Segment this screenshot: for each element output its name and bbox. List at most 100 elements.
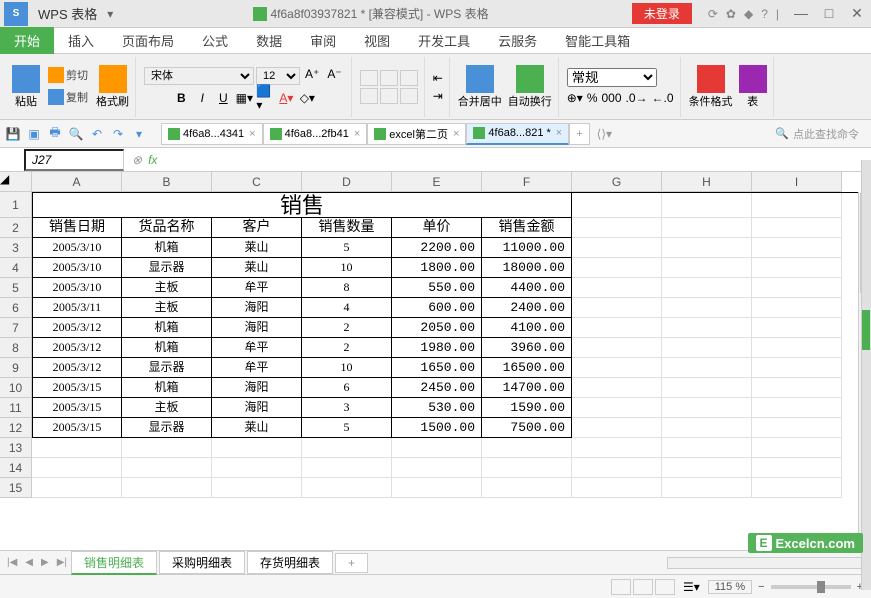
cell[interactable]: 2200.00 xyxy=(392,238,482,258)
sheet-tab-inventory[interactable]: 存货明细表 xyxy=(247,551,333,574)
row-header[interactable]: 1 xyxy=(0,192,31,218)
tab-nav-icon[interactable]: ⟨⟩▾ xyxy=(597,127,612,141)
tab-developer[interactable]: 开发工具 xyxy=(404,27,484,54)
cell[interactable]: 海阳 xyxy=(212,378,302,398)
cell[interactable]: 主板 xyxy=(122,278,212,298)
cell[interactable] xyxy=(752,258,842,278)
minimize-button[interactable]: — xyxy=(787,5,815,22)
cell[interactable] xyxy=(752,338,842,358)
cell[interactable] xyxy=(662,418,752,438)
col-header[interactable]: E xyxy=(392,172,482,191)
cell[interactable]: 销售日期 xyxy=(32,218,122,238)
cell[interactable] xyxy=(572,278,662,298)
col-header[interactable]: C xyxy=(212,172,302,191)
wps-home-icon[interactable]: ▣ xyxy=(25,125,43,143)
app-dropdown-icon[interactable]: ▾ xyxy=(103,7,117,21)
cell[interactable]: 14700.00 xyxy=(482,378,572,398)
doc-tab-1[interactable]: 4f6a8...4341× xyxy=(161,123,263,145)
cell[interactable]: 1800.00 xyxy=(392,258,482,278)
tab-page-layout[interactable]: 页面布局 xyxy=(108,27,188,54)
table-style-icon[interactable] xyxy=(739,65,767,93)
sheet-nav-first-icon[interactable]: |◀ xyxy=(4,557,20,568)
cell[interactable] xyxy=(572,193,662,218)
row-header[interactable]: 11 xyxy=(0,398,31,418)
increase-decimal-icon[interactable]: .0→ xyxy=(626,91,648,105)
row-header[interactable]: 12 xyxy=(0,418,31,438)
sheet-tab-purchase[interactable]: 采购明细表 xyxy=(159,551,245,574)
number-format-select[interactable]: 常规 xyxy=(567,68,657,87)
horizontal-scrollbar[interactable] xyxy=(667,557,867,569)
cell[interactable]: 6 xyxy=(302,378,392,398)
cell[interactable]: 显示器 xyxy=(122,358,212,378)
col-header[interactable]: H xyxy=(662,172,752,191)
cell[interactable] xyxy=(752,398,842,418)
login-button[interactable]: 未登录 xyxy=(632,3,692,24)
cell[interactable]: 1590.00 xyxy=(482,398,572,418)
cell[interactable]: 2400.00 xyxy=(482,298,572,318)
tab-insert[interactable]: 插入 xyxy=(54,27,108,54)
cell[interactable]: 机箱 xyxy=(122,338,212,358)
doc-tab-2[interactable]: 4f6a8...2fb41× xyxy=(263,123,368,145)
cell[interactable] xyxy=(662,398,752,418)
cell-reference-input[interactable] xyxy=(24,149,124,171)
copy-button[interactable]: 复制 xyxy=(46,87,90,107)
cell[interactable]: 主板 xyxy=(122,298,212,318)
cell[interactable]: 机箱 xyxy=(122,238,212,258)
cell[interactable] xyxy=(302,438,392,458)
bold-button[interactable]: B xyxy=(172,89,190,107)
cell[interactable]: 1650.00 xyxy=(392,358,482,378)
cell[interactable] xyxy=(32,458,122,478)
fill-color-button[interactable]: 🟦▾ xyxy=(256,89,274,107)
close-icon[interactable]: × xyxy=(354,128,360,140)
zoom-out-button[interactable]: − xyxy=(758,581,764,593)
cell[interactable]: 10 xyxy=(302,358,392,378)
cell[interactable] xyxy=(32,438,122,458)
cell[interactable] xyxy=(752,478,842,498)
cell[interactable]: 单价 xyxy=(392,218,482,238)
align-left-icon[interactable] xyxy=(360,88,378,104)
col-header[interactable]: A xyxy=(32,172,122,191)
cell[interactable] xyxy=(752,193,842,218)
redo-icon[interactable]: ↷ xyxy=(109,125,127,143)
cell[interactable] xyxy=(302,478,392,498)
page-break-view-icon[interactable] xyxy=(655,579,675,595)
cell[interactable] xyxy=(572,438,662,458)
row-header[interactable]: 3 xyxy=(0,238,31,258)
cell[interactable]: 2005/3/12 xyxy=(32,318,122,338)
cell[interactable] xyxy=(482,478,572,498)
wrap-icon[interactable] xyxy=(516,65,544,93)
cell[interactable]: 4 xyxy=(302,298,392,318)
cell[interactable] xyxy=(302,458,392,478)
wrap-button[interactable]: 自动换行 xyxy=(508,93,552,109)
cell[interactable]: 莱山 xyxy=(212,258,302,278)
row-header[interactable]: 10 xyxy=(0,378,31,398)
row-header[interactable]: 8 xyxy=(0,338,31,358)
cell[interactable]: 客户 xyxy=(212,218,302,238)
cell[interactable]: 销售数量 xyxy=(302,218,392,238)
cell[interactable] xyxy=(572,258,662,278)
decrease-font-icon[interactable]: A⁻ xyxy=(324,67,344,85)
close-icon[interactable]: × xyxy=(453,128,459,140)
cell[interactable] xyxy=(482,458,572,478)
cell[interactable] xyxy=(392,478,482,498)
cell[interactable]: 10 xyxy=(302,258,392,278)
cell[interactable] xyxy=(662,478,752,498)
cell[interactable]: 8 xyxy=(302,278,392,298)
cell[interactable]: 2005/3/15 xyxy=(32,418,122,438)
col-header[interactable]: G xyxy=(572,172,662,191)
font-color-button[interactable]: A▾ xyxy=(277,89,295,107)
cell[interactable]: 机箱 xyxy=(122,378,212,398)
cell[interactable] xyxy=(212,458,302,478)
italic-button[interactable]: I xyxy=(193,89,211,107)
row-header[interactable]: 7 xyxy=(0,318,31,338)
cell[interactable] xyxy=(662,278,752,298)
cell[interactable] xyxy=(122,458,212,478)
row-header[interactable]: 5 xyxy=(0,278,31,298)
cell[interactable] xyxy=(32,478,122,498)
format-painter-icon[interactable] xyxy=(99,65,127,93)
tab-smart-tools[interactable]: 智能工具箱 xyxy=(551,27,644,54)
cell[interactable] xyxy=(752,238,842,258)
row-header[interactable]: 6 xyxy=(0,298,31,318)
sheet-tab-sales[interactable]: 销售明细表 xyxy=(71,551,157,575)
decrease-indent-icon[interactable]: ⇤ xyxy=(433,71,443,85)
